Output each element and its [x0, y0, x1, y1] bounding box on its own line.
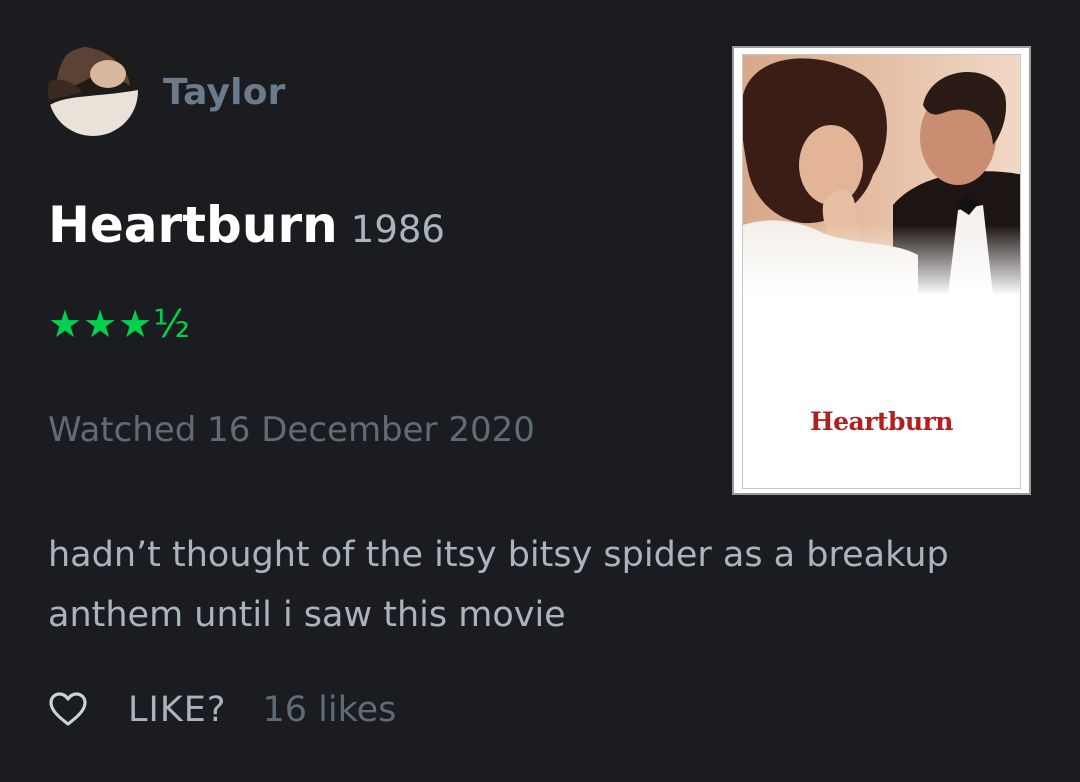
like-button[interactable]: LIKE? — [128, 690, 226, 730]
avatar[interactable] — [48, 46, 138, 136]
heart-icon[interactable] — [48, 690, 88, 730]
poster-artwork: Heartburn — [742, 54, 1021, 489]
poster-photo — [743, 55, 1020, 295]
watched-date: Watched 16 December 2020 — [48, 410, 535, 450]
star-rating: ★★★½ — [48, 302, 192, 346]
film-title-row: Heartburn 1986 — [48, 196, 445, 254]
review-text: hadn’t thought of the itsy bitsy spider … — [48, 535, 949, 635]
film-title[interactable]: Heartburn — [48, 196, 338, 254]
avatar-image — [48, 46, 138, 136]
film-year[interactable]: 1986 — [351, 208, 445, 251]
poster-title: Heartburn — [810, 407, 953, 436]
like-actions: LIKE? 16 likes — [48, 688, 396, 732]
likes-count[interactable]: 16 likes — [262, 690, 396, 730]
username[interactable]: Taylor — [163, 72, 286, 113]
film-poster[interactable]: Heartburn — [732, 46, 1031, 495]
